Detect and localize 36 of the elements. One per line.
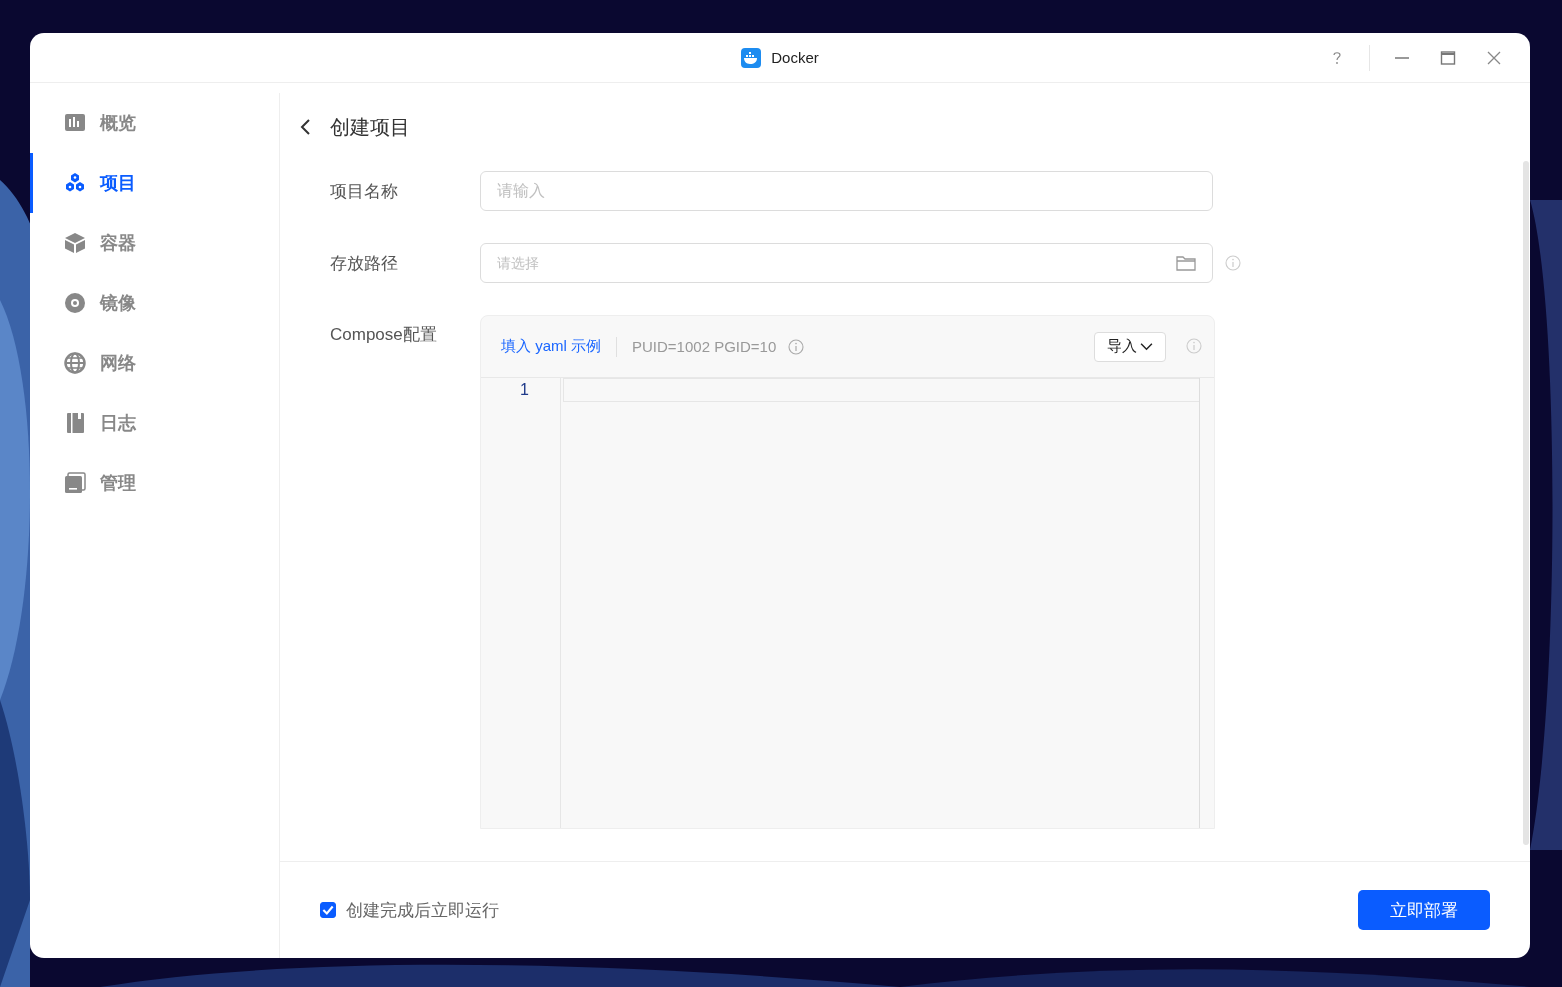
line-number: 1 xyxy=(520,380,529,400)
path-select-field[interactable]: 请选择 xyxy=(480,243,1213,283)
sidebar-item[interactable]: 网络 xyxy=(30,333,279,393)
sidebar-item[interactable]: 日志 xyxy=(30,393,279,453)
docker-whale-icon xyxy=(741,47,762,68)
checkbox[interactable] xyxy=(320,902,336,918)
info-icon[interactable] xyxy=(1186,338,1202,354)
close-icon[interactable] xyxy=(1486,49,1502,66)
bar-chart-icon xyxy=(64,112,86,134)
scrollbar[interactable] xyxy=(1523,161,1529,845)
sidebar-item[interactable]: 容器 xyxy=(30,213,279,273)
sidebar-item[interactable]: 概览 xyxy=(30,93,279,153)
folder-icon[interactable] xyxy=(1176,255,1196,271)
info-icon[interactable] xyxy=(788,338,805,355)
window-icon xyxy=(64,472,86,494)
globe-icon xyxy=(64,352,86,374)
sidebar-item[interactable]: 项目 xyxy=(30,153,279,213)
field-label: Compose配置 xyxy=(330,324,438,346)
import-button[interactable]: 导入 xyxy=(1094,331,1166,362)
yaml-example-link[interactable]: 填入 yaml 示例 xyxy=(501,337,601,356)
field-label: 存放路径 xyxy=(330,252,399,275)
info-icon[interactable] xyxy=(1225,255,1241,271)
disc-icon xyxy=(64,292,86,314)
chevron-down-icon xyxy=(1140,342,1153,351)
deploy-button[interactable]: 立即部署 xyxy=(1358,890,1490,930)
box-icon xyxy=(64,232,86,254)
checkbox-label: 创建完成后立即运行 xyxy=(346,899,499,922)
maximize-icon[interactable] xyxy=(1440,49,1456,66)
page-title: 创建项目 xyxy=(330,114,410,140)
input-field[interactable]: 请输入 xyxy=(480,171,1213,211)
id-hint: PUID=1002 PGID=10 xyxy=(632,338,777,355)
sidebar-item[interactable]: 镜像 xyxy=(30,273,279,333)
window-title: Docker xyxy=(771,49,819,66)
field-label: 项目名称 xyxy=(330,180,399,203)
sidebar-item[interactable]: 管理 xyxy=(30,453,279,513)
notebook-icon xyxy=(64,412,86,434)
